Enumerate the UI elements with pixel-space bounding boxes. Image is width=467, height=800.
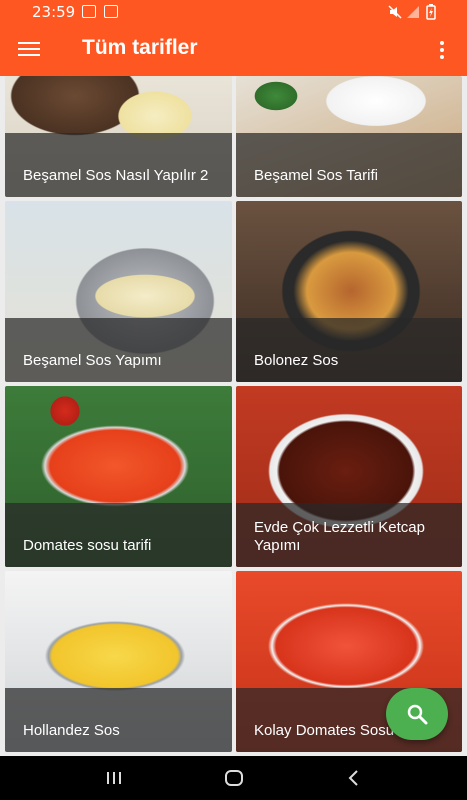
recipe-card[interactable]: Domates sosu tarifi [5, 386, 232, 567]
signal-icon [407, 6, 419, 18]
recipe-title: Beşamel Sos Yapımı [23, 352, 162, 369]
status-time: 23:59 [32, 3, 76, 21]
app-bar: Tüm tarifler [0, 24, 467, 76]
recipe-title: Beşamel Sos Nasıl Yapılır 2 [23, 167, 209, 184]
recipe-grid[interactable]: Beşamel Sos Nasıl Yapılır 2 Beşamel Sos … [0, 76, 467, 756]
home-icon[interactable] [220, 766, 248, 790]
recipe-card[interactable]: Beşamel Sos Tarifi [236, 76, 462, 197]
recipe-card[interactable]: Beşamel Sos Yapımı [5, 201, 232, 382]
back-icon[interactable] [340, 766, 368, 790]
recipe-caption: Beşamel Sos Nasıl Yapılır 2 [5, 133, 232, 197]
recipe-card[interactable]: Evde Çok Lezzetli Ketcap Yapımı [236, 386, 462, 567]
page-title: Tüm tarifler [82, 36, 198, 59]
recipe-title: Domates sosu tarifi [23, 537, 152, 554]
recipe-title: Bolonez Sos [254, 352, 339, 369]
status-bar: 23:59 [0, 0, 467, 24]
recipe-caption: Beşamel Sos Yapımı [5, 318, 232, 382]
search-fab[interactable] [386, 688, 448, 740]
mute-icon [388, 5, 402, 19]
recipe-card[interactable]: Bolonez Sos [236, 201, 462, 382]
recipe-caption: Bolonez Sos [236, 318, 462, 382]
battery-charging-icon [426, 4, 436, 20]
more-vert-icon[interactable] [432, 38, 452, 64]
recipe-caption: Hollandez Sos [5, 688, 232, 752]
recipe-card[interactable]: Hollandez Sos [5, 571, 232, 752]
system-nav-bar [0, 756, 467, 800]
search-icon [407, 704, 428, 725]
recipe-caption: Evde Çok Lezzetli Ketcap Yapımı [236, 503, 462, 567]
recipe-caption: Beşamel Sos Tarifi [236, 133, 462, 197]
hamburger-menu-icon[interactable] [18, 38, 46, 62]
recipe-title: Beşamel Sos Tarifi [254, 167, 378, 184]
recipe-card[interactable]: Beşamel Sos Nasıl Yapılır 2 [5, 76, 232, 197]
message-icon [104, 5, 118, 18]
recipe-title: Evde Çok Lezzetli Ketcap Yapımı [254, 519, 425, 554]
recipe-title: Hollandez Sos [23, 722, 120, 739]
recent-apps-icon[interactable] [100, 766, 128, 790]
recipe-caption: Domates sosu tarifi [5, 503, 232, 567]
image-icon [82, 5, 96, 18]
